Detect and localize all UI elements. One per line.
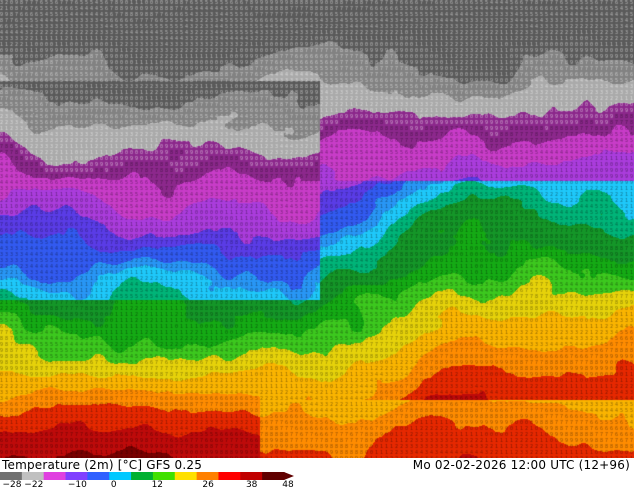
color-scale-segment xyxy=(21,472,45,480)
color-scale-segment xyxy=(240,472,263,480)
map-footer: Temperature (2m) [°C] GFS 0.25 Mo 02-02-… xyxy=(0,458,634,490)
color-scale-tick-label: −28 xyxy=(2,480,22,490)
color-scale-tick-label: 12 xyxy=(151,480,164,490)
color-scale-segment xyxy=(196,472,219,480)
color-scale-tick-label: 48 xyxy=(282,480,294,490)
color-scale-segment xyxy=(152,472,176,480)
color-scale-tick-label: −10 xyxy=(67,480,87,490)
temperature-map xyxy=(0,0,634,458)
color-scale-arrow xyxy=(284,472,294,480)
color-scale-segment xyxy=(262,472,285,480)
color-scale-tick-label: 38 xyxy=(245,480,258,490)
map-title: Temperature (2m) [°C] GFS 0.25 xyxy=(2,458,203,472)
color-scale-segment xyxy=(218,472,241,480)
color-scale-tick-label: 0 xyxy=(110,480,117,490)
color-scale-tick-label: 26 xyxy=(202,480,214,490)
color-scale-segment xyxy=(0,472,23,480)
color-scale-segment xyxy=(131,472,154,480)
color-scale-segment xyxy=(65,472,88,480)
color-scale-segment xyxy=(43,472,67,480)
color-scale-segment xyxy=(109,472,132,480)
color-scale-segment xyxy=(174,472,198,480)
color-scale-segment xyxy=(87,472,110,480)
color-scale-tick-label: −22 xyxy=(24,480,44,490)
valid-time: Mo 02-02-2026 12:00 UTC (12+96) xyxy=(412,458,630,472)
color-scale-bar xyxy=(0,472,294,480)
